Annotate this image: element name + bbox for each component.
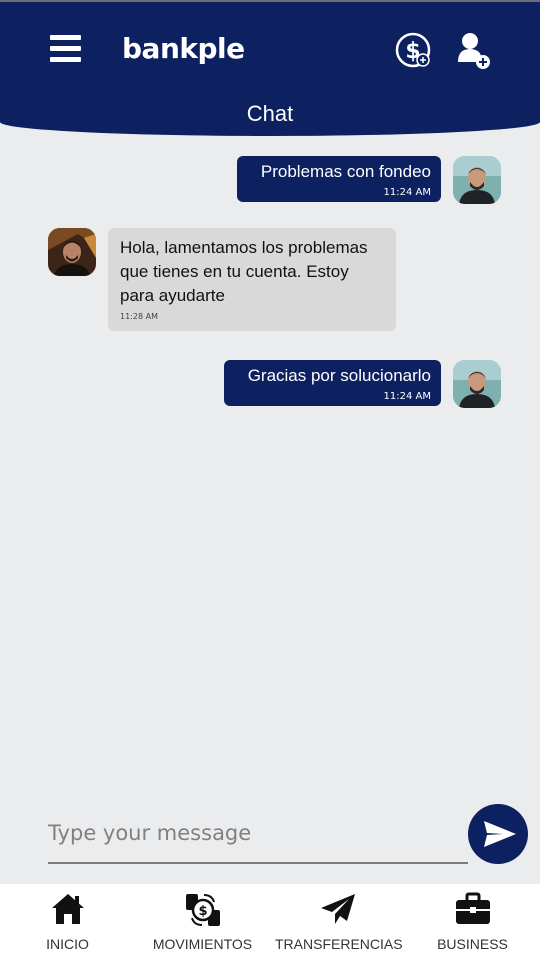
agent-avatar [48, 228, 96, 276]
menu-bar [50, 35, 81, 40]
bottom-navigation: INICIO $ MOVIMIENTOS TRANSFERENCIAS BUSI… [0, 884, 540, 960]
message-outgoing: Gracias por solucionarlo 11:24 AM [223, 360, 441, 406]
money-exchange-icon: $ [184, 892, 222, 932]
message-time: 11:24 AM [383, 391, 431, 402]
svg-text:$: $ [198, 904, 207, 919]
menu-bar [50, 46, 81, 51]
home-icon [50, 892, 86, 930]
message-incoming: Hola, lamentamos los problemas que tiene… [108, 228, 396, 331]
message-input[interactable] [48, 812, 468, 854]
nav-item-movimientos[interactable]: $ MOVIMIENTOS [145, 884, 260, 960]
add-funds-icon[interactable]: $ [395, 32, 433, 74]
nav-label: BUSINESS [437, 936, 508, 952]
message-composer [48, 812, 468, 864]
send-button[interactable] [468, 804, 528, 864]
briefcase-icon [454, 892, 492, 930]
nav-label: MOVIMIENTOS [152, 936, 253, 952]
page-title: Chat [246, 101, 294, 126]
message-text: Problemas con fondeo [260, 162, 431, 181]
menu-button[interactable] [50, 35, 82, 63]
nav-item-inicio[interactable]: INICIO [20, 884, 115, 960]
message-time: 11:28 AM [120, 312, 158, 321]
menu-bar [50, 57, 81, 62]
nav-item-business[interactable]: BUSINESS [425, 884, 520, 960]
app-header: bankple $ Chat [0, 0, 540, 136]
message-text: Gracias por solucionarlo [247, 366, 431, 385]
message-outgoing: Problemas con fondeo 11:24 AM [236, 156, 441, 202]
message-text: Hola, lamentamos los problemas que tiene… [120, 238, 368, 305]
nav-label: INICIO [46, 936, 89, 952]
message-time: 11:24 AM [383, 187, 431, 198]
user-avatar [453, 156, 501, 204]
nav-item-transferencias[interactable]: TRANSFERENCIAS [275, 884, 403, 960]
paper-plane-icon [319, 892, 357, 930]
nav-label: TRANSFERENCIAS [275, 936, 403, 952]
app-logo: bankple [122, 32, 245, 65]
user-avatar [453, 360, 501, 408]
send-icon [484, 821, 516, 847]
add-user-icon[interactable] [455, 32, 493, 74]
